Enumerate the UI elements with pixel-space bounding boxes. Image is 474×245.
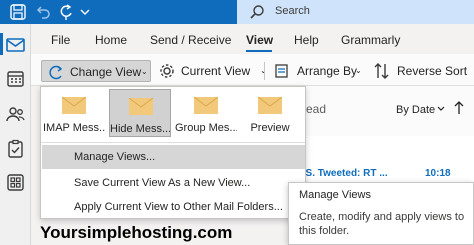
view-tile-label: Group Mes... xyxy=(175,122,237,134)
ribbon-commands: Change View ⌄ Current View ⌄ Arrange By … xyxy=(31,54,474,86)
watermark: Yoursimplehosting.com xyxy=(40,223,233,242)
chevron-down-icon xyxy=(437,106,445,111)
tab-file[interactable]: File xyxy=(51,33,70,47)
view-tile-group-messages[interactable]: Group Mes... xyxy=(175,89,237,137)
save-view-item[interactable]: Save Current View As a New View... xyxy=(42,171,305,195)
save-view-label: Save Current View As a New View... xyxy=(74,177,251,189)
current-view-button[interactable]: Current View ⌄ xyxy=(156,60,267,82)
view-tile-hide-messages[interactable]: Hide Mess... xyxy=(109,89,171,137)
undo-icon[interactable] xyxy=(34,3,52,21)
list-item[interactable]: I.S. Tweeted: RT ... 10:18 xyxy=(300,162,474,182)
tooltip: Manage Views Create, modify and apply vi… xyxy=(288,182,474,245)
change-view-icon xyxy=(49,65,63,80)
manage-views-label: Manage Views... xyxy=(74,151,156,163)
search-icon xyxy=(250,5,264,19)
tab-help[interactable]: Help xyxy=(294,33,319,47)
tasks-icon[interactable] xyxy=(5,138,26,159)
save-icon[interactable] xyxy=(9,3,27,21)
tab-grammarly[interactable]: Grammarly xyxy=(341,33,400,47)
send-receive-icon[interactable] xyxy=(57,3,75,21)
gear-icon xyxy=(160,64,174,78)
people-icon[interactable] xyxy=(5,104,26,125)
calendar-icon[interactable] xyxy=(5,68,26,89)
mail-list-header: ead By Date xyxy=(300,86,474,136)
change-view-label: Change View xyxy=(70,65,142,79)
tooltip-body: Create, modify and apply views to this f… xyxy=(299,211,465,237)
tab-home[interactable]: Home xyxy=(95,33,127,47)
menu-divider xyxy=(41,142,305,143)
view-tile-imap[interactable]: IMAP Mess... xyxy=(43,89,105,137)
reverse-sort-label: Reverse Sort xyxy=(397,64,468,78)
mail-subject: I.S. Tweeted: RT ... xyxy=(300,168,388,179)
change-view-menu: IMAP Mess... Hide Mess... Group Mes... P… xyxy=(40,86,306,219)
apply-view-label: Apply Current View to Other Mail Folders… xyxy=(74,201,283,213)
sort-by-date[interactable]: By Date xyxy=(396,104,435,116)
apps-icon[interactable] xyxy=(5,172,26,193)
tooltip-title: Manage Views xyxy=(299,189,371,201)
search-input[interactable]: Search xyxy=(275,5,310,17)
search-box[interactable]: Search xyxy=(237,0,474,24)
filter-tab-read[interactable]: ead xyxy=(306,102,326,116)
navigation-rail xyxy=(0,24,31,245)
change-view-button[interactable]: Change View ⌄ xyxy=(41,60,151,82)
mail-icon[interactable] xyxy=(5,34,26,55)
envelope-icon xyxy=(62,97,86,114)
reverse-sort-button[interactable]: Reverse Sort xyxy=(373,60,473,82)
tab-send-receive[interactable]: Send / Receive xyxy=(150,33,231,47)
manage-views-item[interactable]: Manage Views... xyxy=(42,145,305,169)
separator xyxy=(264,62,265,80)
current-view-label: Current View xyxy=(181,64,251,78)
envelope-icon xyxy=(258,97,282,114)
sort-direction-icon[interactable] xyxy=(452,100,466,116)
apply-view-item[interactable]: Apply Current View to Other Mail Folders… xyxy=(42,195,305,219)
view-tile-label: IMAP Mess... xyxy=(43,122,105,134)
active-tab-underline xyxy=(246,50,272,52)
arrange-by-label: Arrange By xyxy=(297,64,358,78)
quick-access-dropdown-icon[interactable] xyxy=(76,3,94,21)
view-tile-label: Preview xyxy=(250,122,290,134)
arrange-icon xyxy=(275,64,288,78)
view-tile-preview[interactable]: Preview xyxy=(239,89,301,137)
view-tile-label: Hide Mess... xyxy=(110,123,170,135)
mail-time: 10:18 xyxy=(425,168,451,179)
arrange-by-button[interactable]: Arrange By ⌄ xyxy=(271,60,363,82)
active-indicator xyxy=(0,33,3,55)
chevron-down-icon: ⌄ xyxy=(355,66,362,75)
chevron-down-icon: ⌄ xyxy=(141,67,148,76)
reverse-sort-icon xyxy=(374,63,389,79)
tab-view[interactable]: View xyxy=(246,33,273,47)
envelope-icon xyxy=(129,98,153,115)
envelope-icon xyxy=(194,97,218,114)
title-bar: Search xyxy=(0,0,474,24)
